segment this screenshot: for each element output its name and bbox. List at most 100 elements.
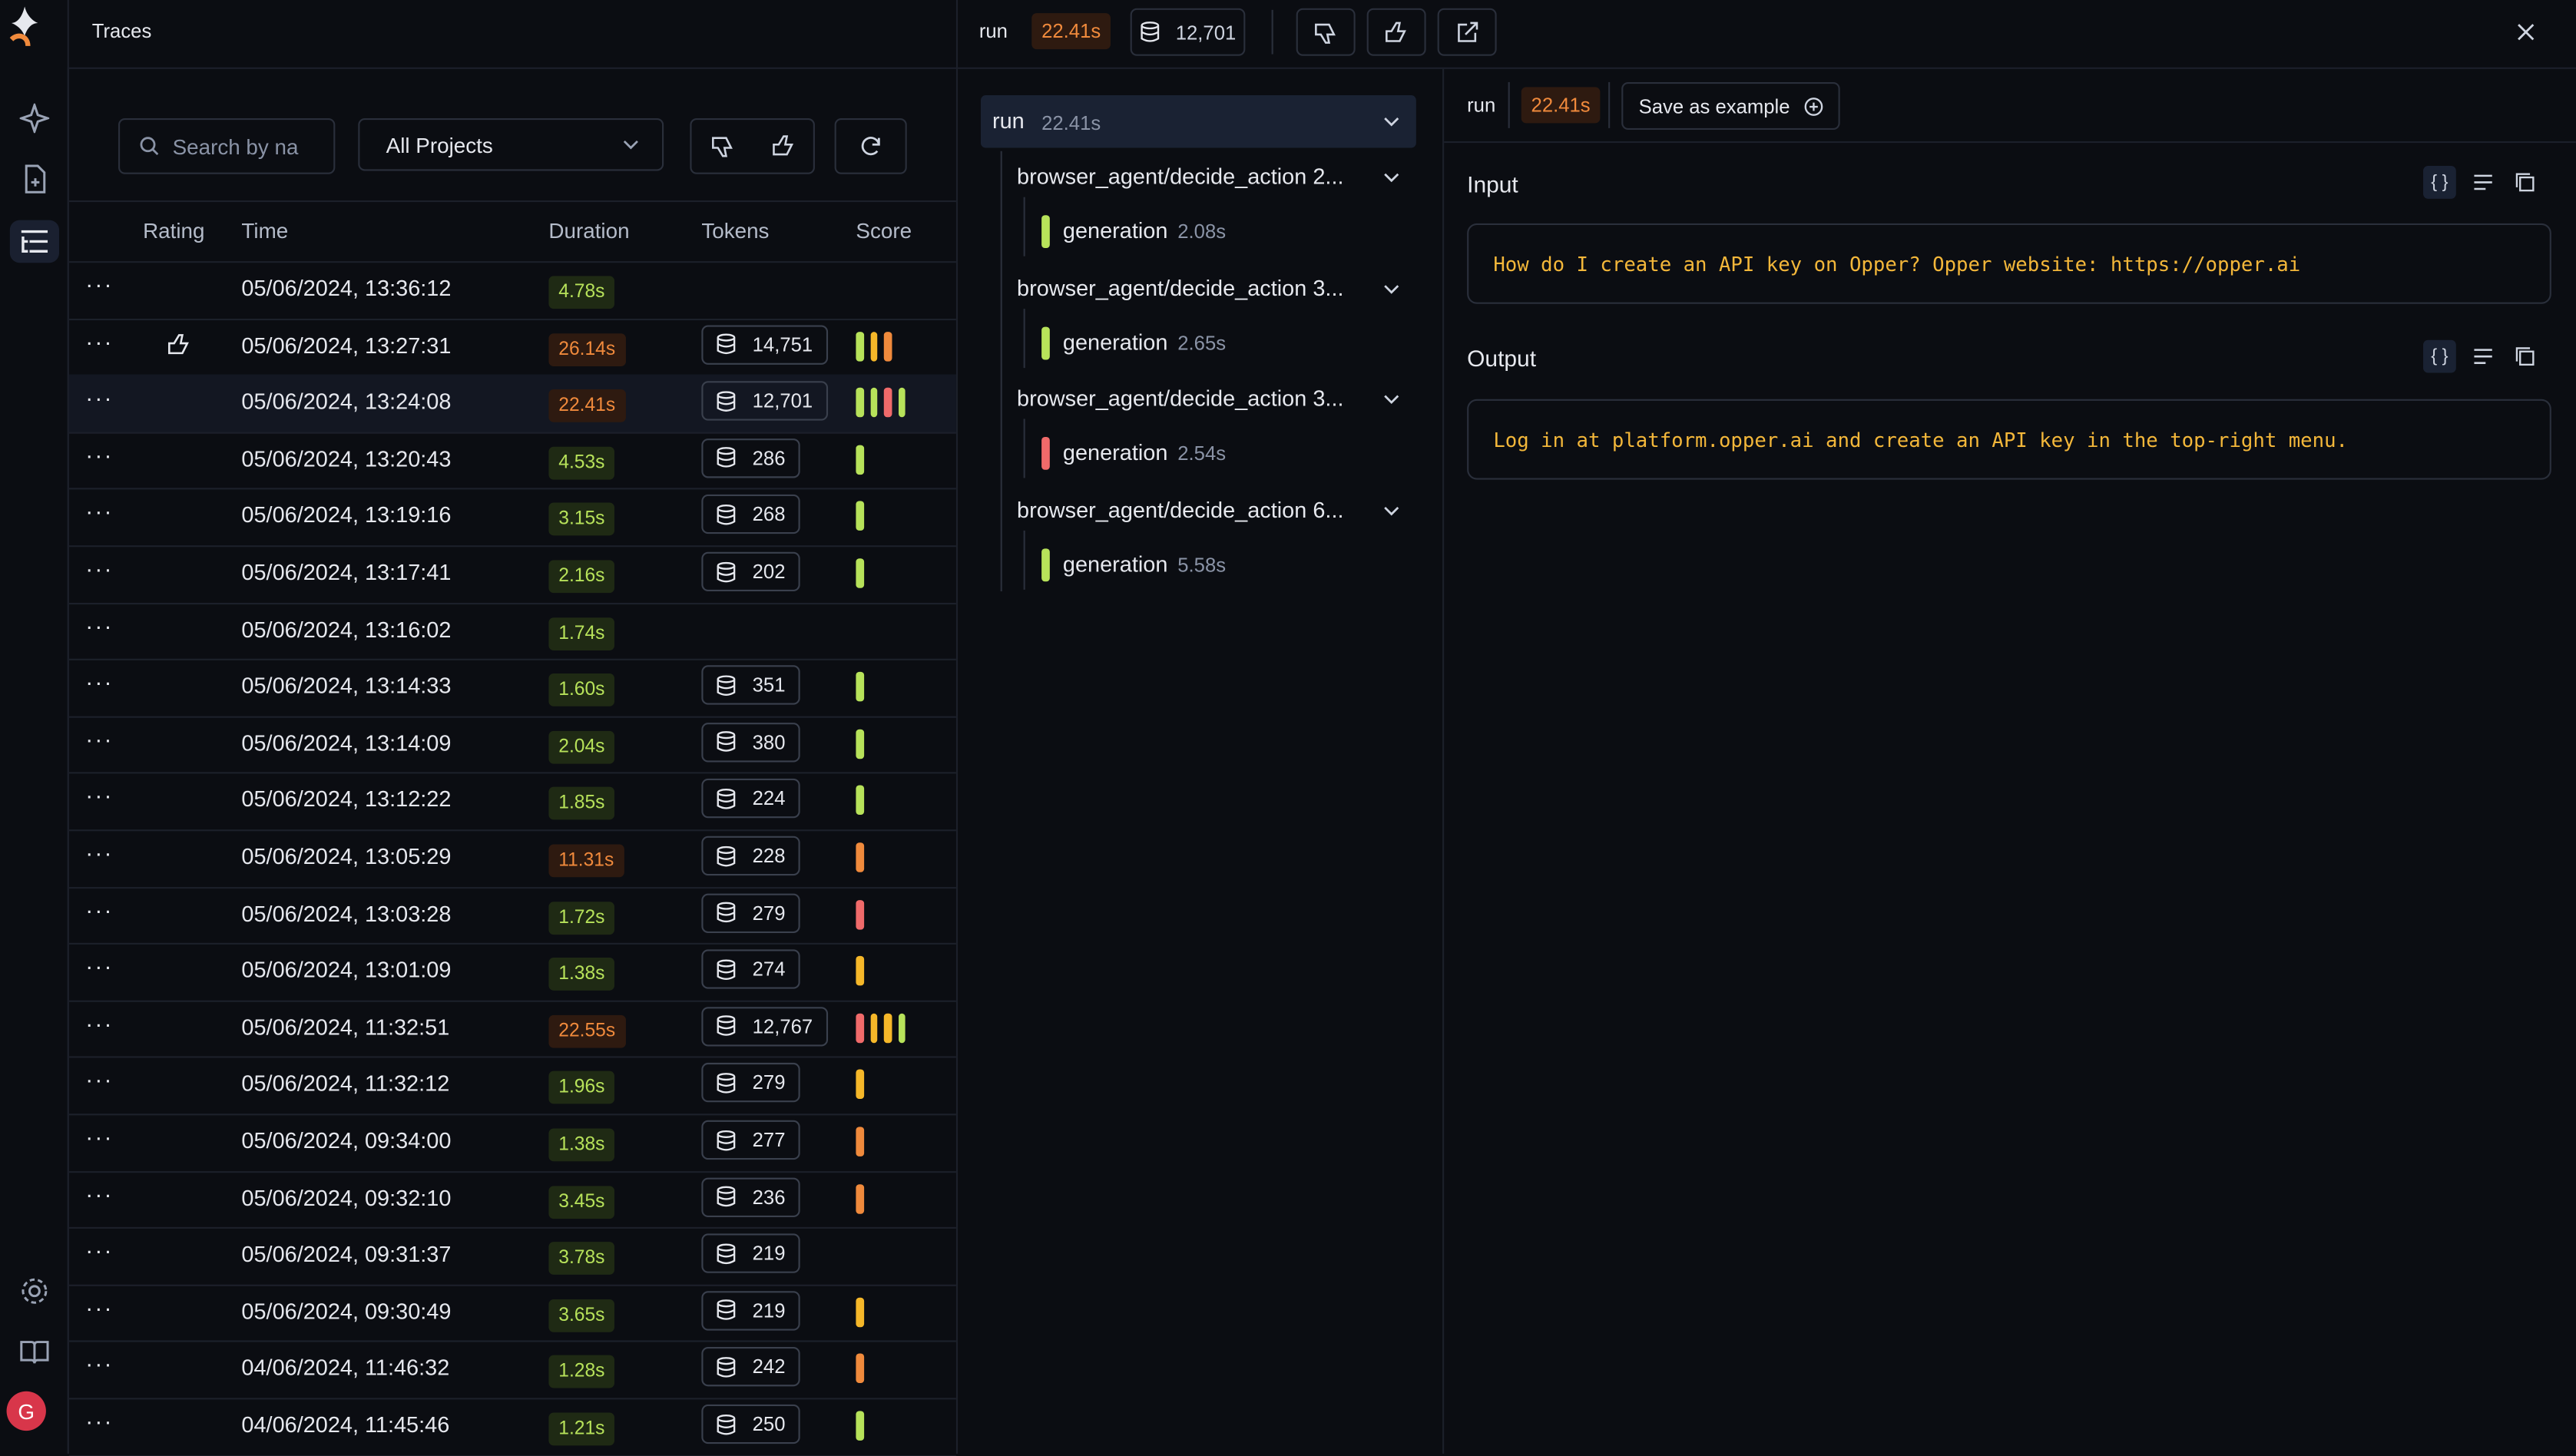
- copy-output-button[interactable]: [2508, 340, 2541, 373]
- search-input[interactable]: Search by na: [118, 118, 336, 174]
- docs-book-icon[interactable]: [10, 1331, 59, 1374]
- row-menu-button[interactable]: ···: [85, 1067, 113, 1093]
- row-menu-button[interactable]: ···: [85, 1351, 113, 1377]
- row-menu-button[interactable]: ···: [85, 612, 113, 638]
- table-row[interactable]: ··· 05/06/2024, 13:01:09 1.38s 274: [68, 943, 956, 1002]
- row-menu-button[interactable]: ···: [85, 839, 113, 865]
- row-menu-button[interactable]: ···: [85, 1180, 113, 1206]
- tree-node-generation[interactable]: generation 2.54s: [1041, 436, 1226, 470]
- copy-input-button[interactable]: [2508, 166, 2541, 199]
- row-tokens: 279: [701, 892, 800, 933]
- table-row[interactable]: ··· 05/06/2024, 13:05:29 11.31s 228: [68, 829, 956, 888]
- row-menu-button[interactable]: ···: [85, 555, 113, 581]
- table-row[interactable]: ··· 05/06/2024, 11:32:51 22.55s 12,767: [68, 1000, 956, 1059]
- row-menu-button[interactable]: ···: [85, 726, 113, 752]
- tree-node-decide-action[interactable]: browser_agent/decide_action 3...: [1017, 386, 1416, 411]
- column-time[interactable]: Time: [241, 218, 288, 243]
- table-row[interactable]: ··· 05/06/2024, 13:03:28 1.72s 279: [68, 886, 956, 945]
- table-row[interactable]: ··· 05/06/2024, 13:20:43 4.53s 286: [68, 432, 956, 491]
- column-tokens[interactable]: Tokens: [701, 218, 769, 243]
- text-view-button[interactable]: [2466, 166, 2499, 199]
- close-button[interactable]: [2510, 16, 2540, 46]
- table-row[interactable]: ··· 04/06/2024, 11:46:32 1.28s 242: [68, 1341, 956, 1400]
- project-select[interactable]: All Projects: [358, 118, 664, 171]
- document-icon[interactable]: [10, 157, 59, 200]
- table-row[interactable]: ··· 05/06/2024, 09:30:49 3.65s 219: [68, 1284, 956, 1343]
- thumbs-down-button[interactable]: [1296, 8, 1356, 56]
- table-row[interactable]: ··· 05/06/2024, 13:14:33 1.60s 351: [68, 659, 956, 718]
- thumbs-up-filter-button[interactable]: [753, 120, 813, 172]
- chevron-down-icon[interactable]: [1383, 394, 1399, 405]
- row-menu-button[interactable]: ···: [85, 271, 113, 297]
- row-menu-button[interactable]: ···: [85, 442, 113, 468]
- row-menu-button[interactable]: ···: [85, 1408, 113, 1434]
- row-menu-button[interactable]: ···: [85, 328, 113, 354]
- row-menu-button[interactable]: ···: [85, 385, 113, 411]
- row-tokens-value: 228: [752, 844, 786, 868]
- tree-run-row[interactable]: run 22.41s: [980, 95, 1416, 148]
- table-row[interactable]: ··· 05/06/2024, 13:12:22 1.85s 224: [68, 773, 956, 832]
- score-bar: [856, 331, 864, 361]
- span-run-label: run: [1467, 93, 1496, 117]
- database-icon: [717, 788, 736, 809]
- table-row[interactable]: ··· 05/06/2024, 11:32:12 1.96s 279: [68, 1057, 956, 1116]
- row-menu-button[interactable]: ···: [85, 1294, 113, 1320]
- table-row[interactable]: ··· 05/06/2024, 13:27:31 26.14s 14,751: [68, 318, 956, 377]
- row-menu-button[interactable]: ···: [85, 953, 113, 979]
- json-view-button[interactable]: { }: [2423, 339, 2456, 373]
- thumbs-up-button[interactable]: [1366, 8, 1426, 56]
- json-view-button[interactable]: { }: [2423, 166, 2456, 199]
- tree-node-decide-action[interactable]: browser_agent/decide_action 2...: [1017, 164, 1416, 189]
- open-external-button[interactable]: [1437, 8, 1497, 56]
- table-row[interactable]: ··· 05/06/2024, 13:16:02 1.74s: [68, 602, 956, 661]
- tree-connector: [1023, 529, 1025, 589]
- table-row[interactable]: ··· 05/06/2024, 09:34:00 1.38s 277: [68, 1114, 956, 1173]
- row-menu-button[interactable]: ···: [85, 498, 113, 524]
- table-row[interactable]: ··· 05/06/2024, 09:31:37 3.78s 219: [68, 1227, 956, 1286]
- traces-list-icon[interactable]: [9, 220, 60, 263]
- tree-node-generation[interactable]: generation 2.65s: [1041, 326, 1226, 359]
- settings-gear-icon[interactable]: [10, 1269, 59, 1312]
- table-row[interactable]: ··· 05/06/2024, 13:17:41 2.16s 202: [68, 545, 956, 604]
- chevron-down-icon[interactable]: [1383, 505, 1399, 515]
- table-row[interactable]: ··· 05/06/2024, 13:36:12 4.78s: [68, 261, 956, 320]
- row-menu-button[interactable]: ···: [85, 1010, 113, 1036]
- tree-node-generation[interactable]: generation 5.58s: [1041, 548, 1226, 581]
- input-content[interactable]: How do I create an API key on Opper? Opp…: [1467, 223, 2551, 304]
- score-bar: [856, 956, 864, 986]
- chevron-down-icon[interactable]: [1383, 283, 1399, 293]
- output-content[interactable]: Log in at platform.opper.ai and create a…: [1467, 399, 2551, 480]
- thumbs-down-filter-button[interactable]: [692, 120, 753, 172]
- table-row[interactable]: ··· 04/06/2024, 11:45:46 1.21s 250: [68, 1398, 956, 1456]
- tree-node-decide-action[interactable]: browser_agent/decide_action 6...: [1017, 497, 1416, 521]
- column-duration[interactable]: Duration: [548, 218, 629, 243]
- tree-node-generation[interactable]: generation 2.08s: [1041, 215, 1226, 248]
- row-time: 05/06/2024, 13:17:41: [241, 560, 452, 585]
- row-time: 05/06/2024, 13:20:43: [241, 446, 452, 472]
- row-menu-button[interactable]: ···: [85, 783, 113, 809]
- tree-node-decide-action[interactable]: browser_agent/decide_action 3...: [1017, 275, 1416, 299]
- table-row[interactable]: ··· 05/06/2024, 13:24:08 22.41s 12,701: [68, 375, 956, 434]
- row-tokens: 219: [701, 1290, 800, 1331]
- row-menu-button[interactable]: ···: [85, 1237, 113, 1263]
- app-logo-icon[interactable]: [0, 6, 49, 50]
- row-menu-button[interactable]: ···: [85, 669, 113, 695]
- table-row[interactable]: ··· 05/06/2024, 13:14:09 2.04s 380: [68, 716, 956, 775]
- sparkle-icon[interactable]: [10, 97, 59, 140]
- row-tokens: 219: [701, 1233, 800, 1274]
- column-rating[interactable]: Rating: [143, 218, 204, 243]
- score-bar: [856, 501, 864, 531]
- row-time: 05/06/2024, 11:32:12: [241, 1071, 450, 1097]
- chevron-down-icon[interactable]: [1383, 173, 1399, 183]
- row-menu-button[interactable]: ···: [85, 896, 113, 922]
- text-view-button[interactable]: [2466, 340, 2499, 373]
- column-score[interactable]: Score: [856, 218, 912, 243]
- user-avatar[interactable]: G: [6, 1391, 46, 1431]
- save-as-example-button[interactable]: Save as example: [1621, 81, 1840, 130]
- row-menu-button[interactable]: ···: [85, 1123, 113, 1150]
- chevron-down-icon[interactable]: [1383, 117, 1399, 127]
- json-toggle-label: { }: [2431, 172, 2449, 193]
- table-row[interactable]: ··· 05/06/2024, 13:19:16 3.15s 268: [68, 488, 956, 548]
- refresh-button[interactable]: [834, 118, 907, 174]
- table-row[interactable]: ··· 05/06/2024, 09:32:10 3.45s 236: [68, 1170, 956, 1229]
